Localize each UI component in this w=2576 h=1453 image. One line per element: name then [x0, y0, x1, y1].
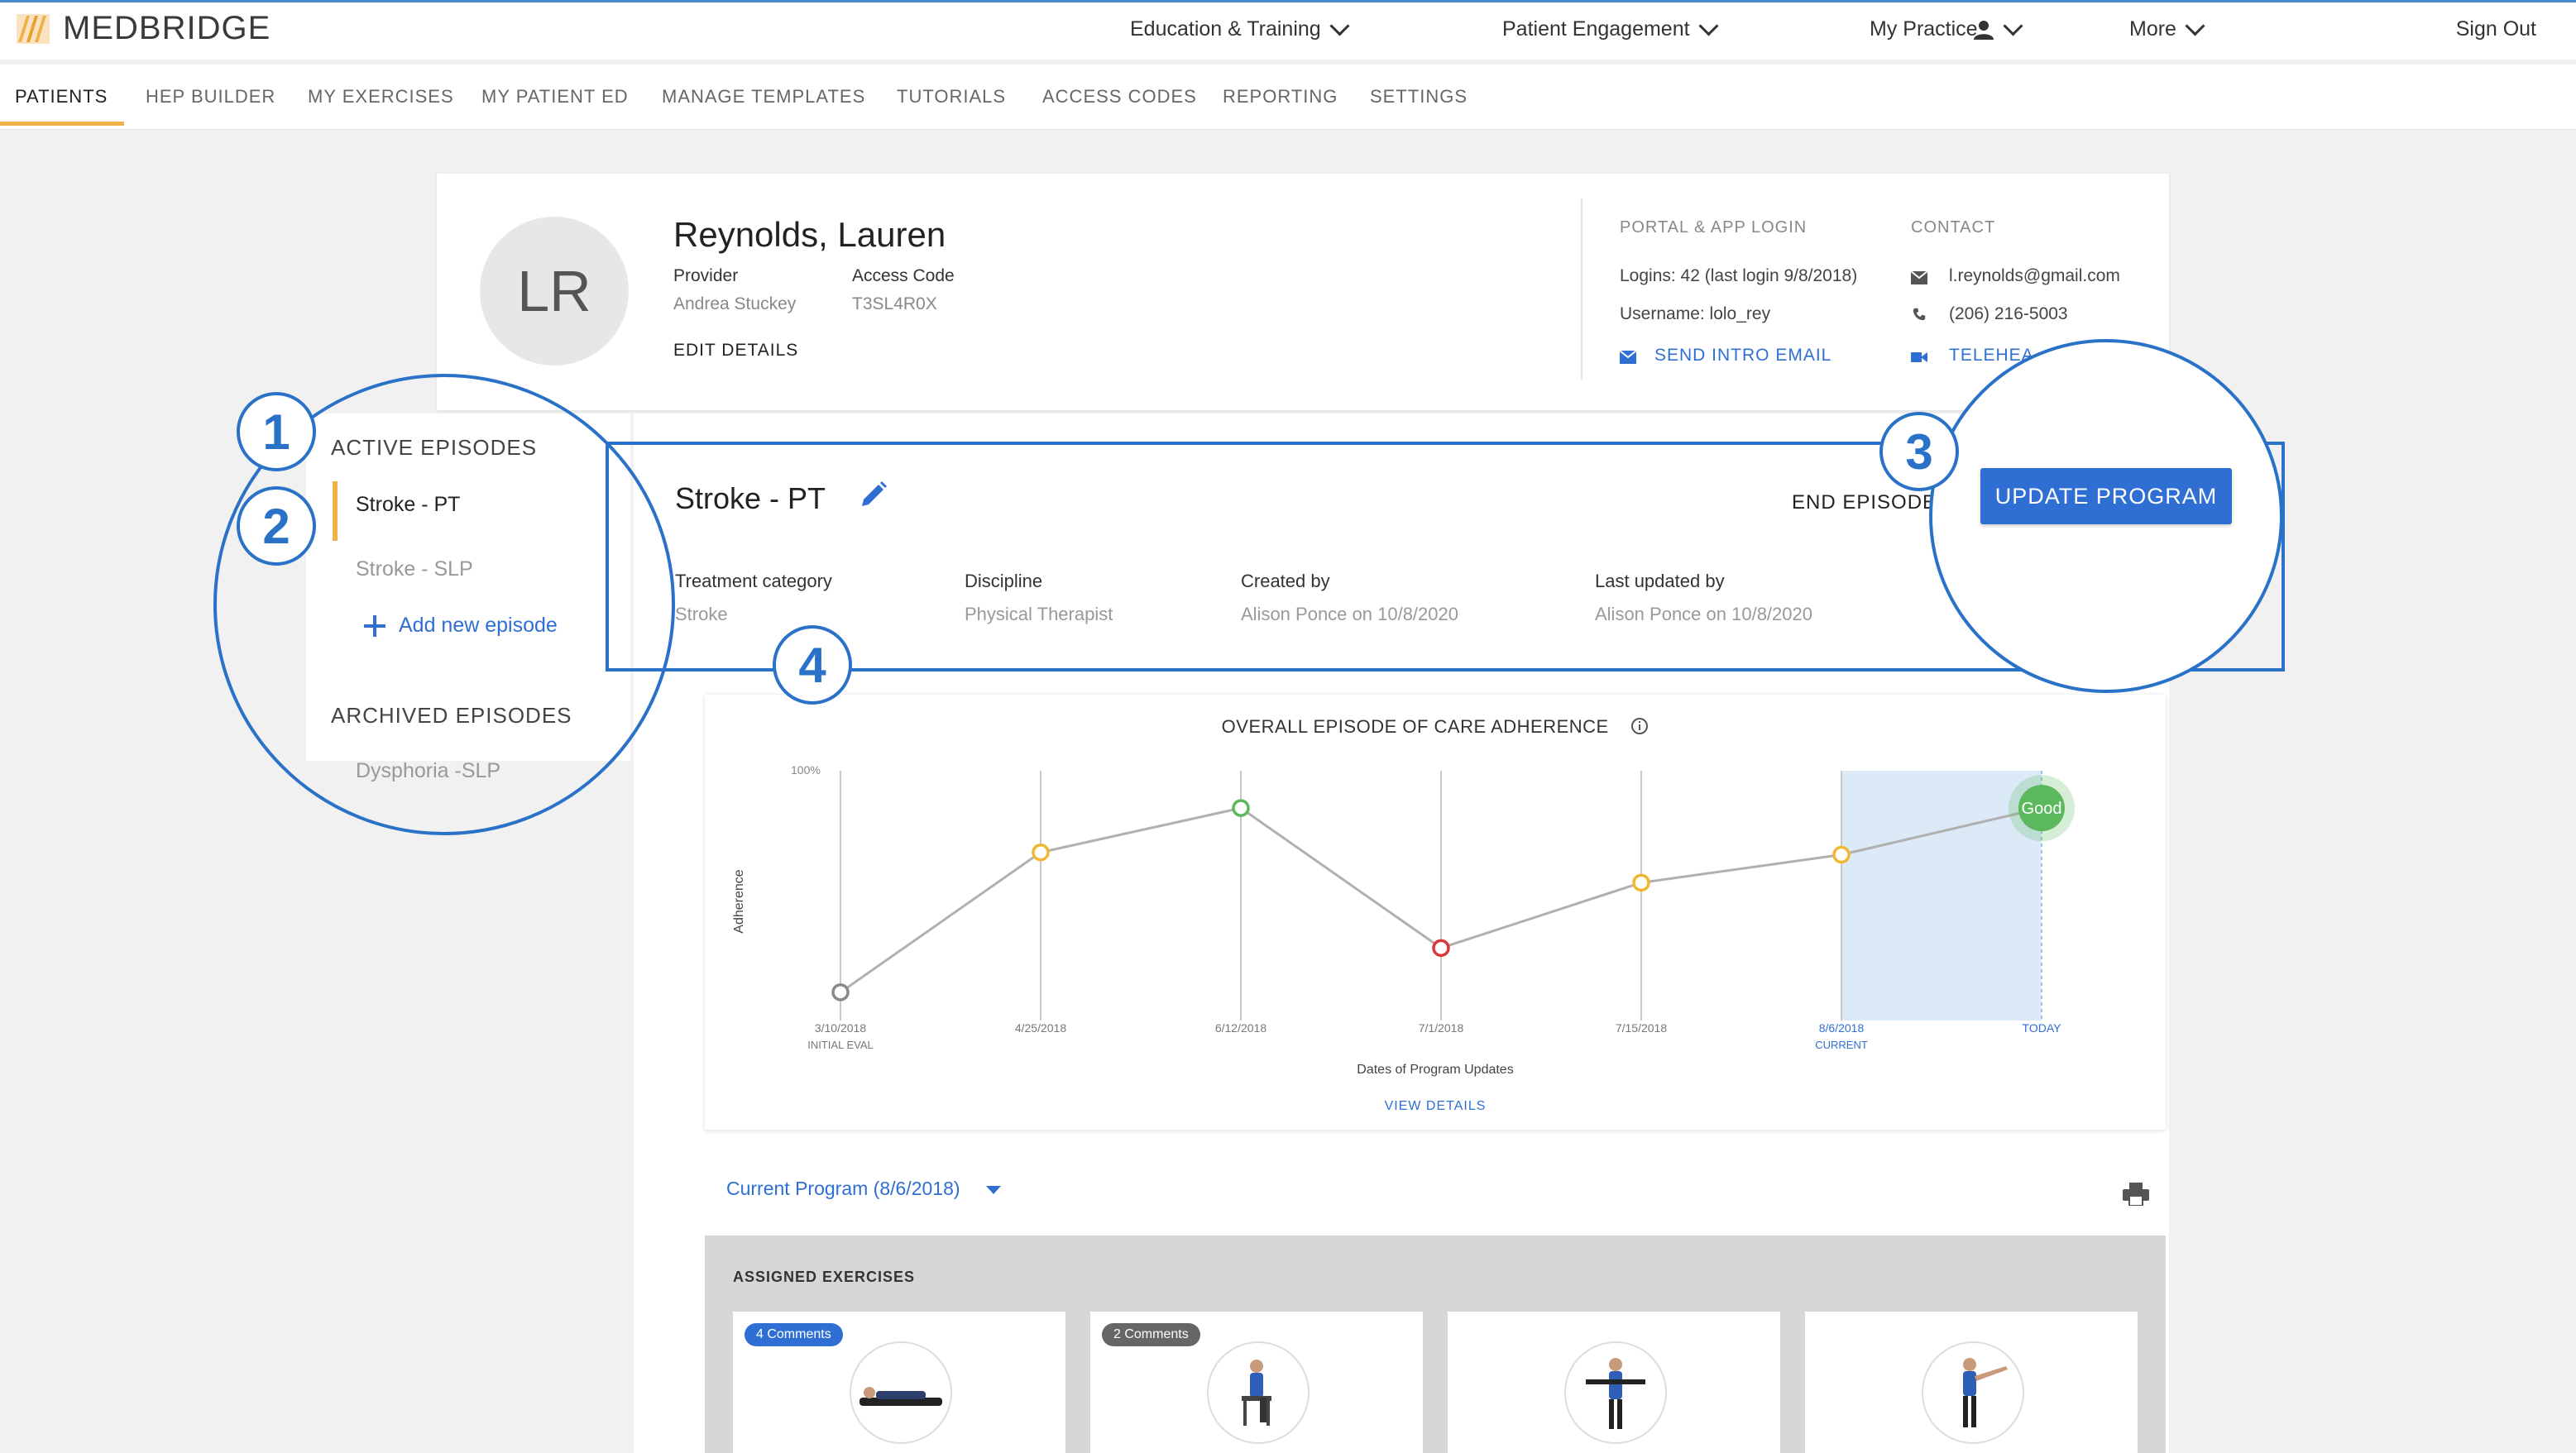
nav-education-label: Education & Training	[1130, 17, 1321, 41]
x-tick-label: TODAY	[2023, 1021, 2062, 1035]
nav-my-practice[interactable]: My Practice	[1870, 16, 2023, 41]
portal-login-heading: PORTAL & APP LOGIN	[1620, 218, 1808, 237]
program-selector-row: Current Program (8/6/2018)	[705, 1164, 2166, 1231]
good-badge-label: Good	[2022, 800, 2062, 818]
username-text: Username: lolo_rey	[1620, 304, 1771, 323]
logins-text: Logins: 42 (last login 9/8/2018)	[1620, 266, 1858, 285]
contact-heading: CONTACT	[1911, 218, 1996, 237]
brand-logo[interactable]: MEDBRIDGE	[15, 9, 271, 47]
tab-hep-builder[interactable]: HEP BUILDER	[146, 86, 275, 108]
x-tick-label: 4/25/2018	[1015, 1021, 1066, 1035]
phone-icon	[1913, 308, 1926, 321]
email-icon	[1620, 351, 1636, 364]
patient-name: Reynolds, Lauren	[673, 215, 946, 254]
patient-header-card: LR Reynolds, Lauren Provider Andrea Stuc…	[437, 174, 2169, 410]
top-navigation-bar: MEDBRIDGE Education & Training Patient E…	[0, 0, 2576, 60]
exercise-card[interactable]	[1805, 1312, 2138, 1453]
exercise-card[interactable]: 2 Comments	[1090, 1312, 1423, 1453]
arm-raise-figure-icon	[1963, 1358, 2008, 1427]
nav-practice-label: My Practice	[1870, 17, 1978, 41]
x-tick-sublabel: CURRENT	[1815, 1039, 1868, 1051]
data-point	[831, 983, 850, 1001]
nav-engagement-label: Patient Engagement	[1502, 17, 1690, 41]
y-axis-label: Adherence	[732, 869, 746, 933]
nav-patient-engagement[interactable]: Patient Engagement	[1502, 16, 1719, 41]
x-axis-label: Dates of Program Updates	[1357, 1063, 1513, 1077]
x-tick-label: 8/6/2018	[1819, 1021, 1865, 1035]
x-tick-label: 6/12/2018	[1215, 1021, 1266, 1035]
data-point	[1432, 939, 1450, 958]
active-tab-indicator	[0, 122, 124, 126]
nav-more[interactable]: More	[2129, 16, 2205, 41]
exercise-card[interactable]	[1448, 1312, 1780, 1453]
exercise-thumbnail	[1922, 1341, 2024, 1444]
tab-reporting[interactable]: REPORTING	[1223, 86, 1338, 108]
data-point	[1232, 799, 1250, 817]
exercise-thumbnail	[850, 1341, 952, 1444]
data-point	[1632, 873, 1650, 892]
data-point	[1832, 845, 1851, 864]
contact-email[interactable]: l.reynolds@gmail.com	[1949, 266, 2120, 286]
print-icon[interactable]	[2123, 1183, 2149, 1206]
x-tick-label: 7/15/2018	[1616, 1021, 1667, 1035]
chevron-down-icon	[2003, 16, 2023, 36]
video-icon	[1911, 352, 1927, 362]
assigned-exercises-heading: ASSIGNED EXERCISES	[733, 1269, 916, 1285]
send-intro-email-link[interactable]: SEND INTRO EMAIL	[1654, 346, 1831, 366]
sub-navigation-bar: PATIENTS HEP BUILDER MY EXERCISES MY PAT…	[0, 65, 2576, 130]
chevron-down-icon	[1698, 16, 1719, 36]
callout-circle-update: UPDATE PROGRAM	[1929, 339, 2283, 693]
view-details-link[interactable]: VIEW DETAILS	[1385, 1099, 1487, 1113]
person-icon	[1973, 20, 1994, 40]
edit-details-link[interactable]: EDIT DETAILS	[673, 341, 798, 361]
provider-value: Andrea Stuckey	[673, 294, 797, 313]
x-tick-label: 7/1/2018	[1419, 1021, 1464, 1035]
adherence-chart-card: OVERALL EPISODE OF CARE ADHERENCE 100% Ad…	[705, 695, 2166, 1130]
provider-label: Provider	[673, 266, 739, 285]
tab-my-patient-ed[interactable]: MY PATIENT ED	[481, 86, 629, 108]
avatar: LR	[480, 217, 629, 366]
tab-patients[interactable]: PATIENTS	[15, 86, 108, 108]
exercise-card[interactable]: 4 Comments	[733, 1312, 1065, 1453]
callout-number-2: 2	[237, 486, 316, 566]
comments-badge[interactable]: 4 Comments	[745, 1323, 843, 1346]
update-program-button-zoom[interactable]: UPDATE PROGRAM	[1980, 468, 2232, 524]
email-icon	[1911, 271, 1927, 284]
data-point	[1032, 843, 1050, 862]
tab-access-codes[interactable]: ACCESS CODES	[1042, 86, 1197, 108]
tab-tutorials[interactable]: TUTORIALS	[897, 86, 1006, 108]
caret-down-icon[interactable]	[986, 1186, 1001, 1194]
assigned-exercises-section: ASSIGNED EXERCISES 4 Comments 2 Comments	[705, 1236, 2166, 1453]
comments-badge[interactable]: 2 Comments	[1102, 1323, 1200, 1346]
callout-number-4: 4	[773, 625, 852, 705]
lying-figure-icon	[859, 1387, 942, 1406]
header-divider	[1581, 198, 1582, 380]
current-program-dropdown[interactable]: Current Program (8/6/2018)	[726, 1178, 960, 1200]
chevron-down-icon	[1329, 16, 1350, 36]
tab-manage-templates[interactable]: MANAGE TEMPLATES	[662, 86, 865, 108]
tab-my-exercises[interactable]: MY EXERCISES	[308, 86, 454, 108]
callout-number-3: 3	[1879, 412, 1959, 491]
tab-settings[interactable]: SETTINGS	[1370, 86, 1468, 108]
contact-phone[interactable]: (206) 216-5003	[1949, 304, 2068, 324]
exercise-thumbnail	[1564, 1341, 1667, 1444]
brand-name: MEDBRIDGE	[63, 9, 271, 46]
y-tick-label: 100%	[791, 763, 821, 777]
medbridge-logo-icon	[17, 14, 50, 44]
callout-number-1: 1	[237, 392, 316, 471]
nav-more-label: More	[2129, 17, 2176, 41]
x-tick-sublabel: INITIAL EVAL	[807, 1039, 873, 1051]
access-code-label: Access Code	[852, 266, 955, 285]
sign-out-link[interactable]: Sign Out	[2456, 17, 2536, 41]
standing-figure-icon	[1586, 1358, 1645, 1429]
adherence-line-chart: 100% Adherence Good 3/10/2018 INITIAL EVAL 4/…	[732, 763, 2075, 1113]
chevron-down-icon	[2185, 16, 2205, 36]
nav-education-training[interactable]: Education & Training	[1130, 16, 1350, 41]
exercise-thumbnail	[1207, 1341, 1310, 1444]
access-code-value: T3SL4R0X	[852, 294, 937, 313]
seated-figure-icon	[1242, 1360, 1271, 1426]
x-tick-label: 3/10/2018	[815, 1021, 866, 1035]
